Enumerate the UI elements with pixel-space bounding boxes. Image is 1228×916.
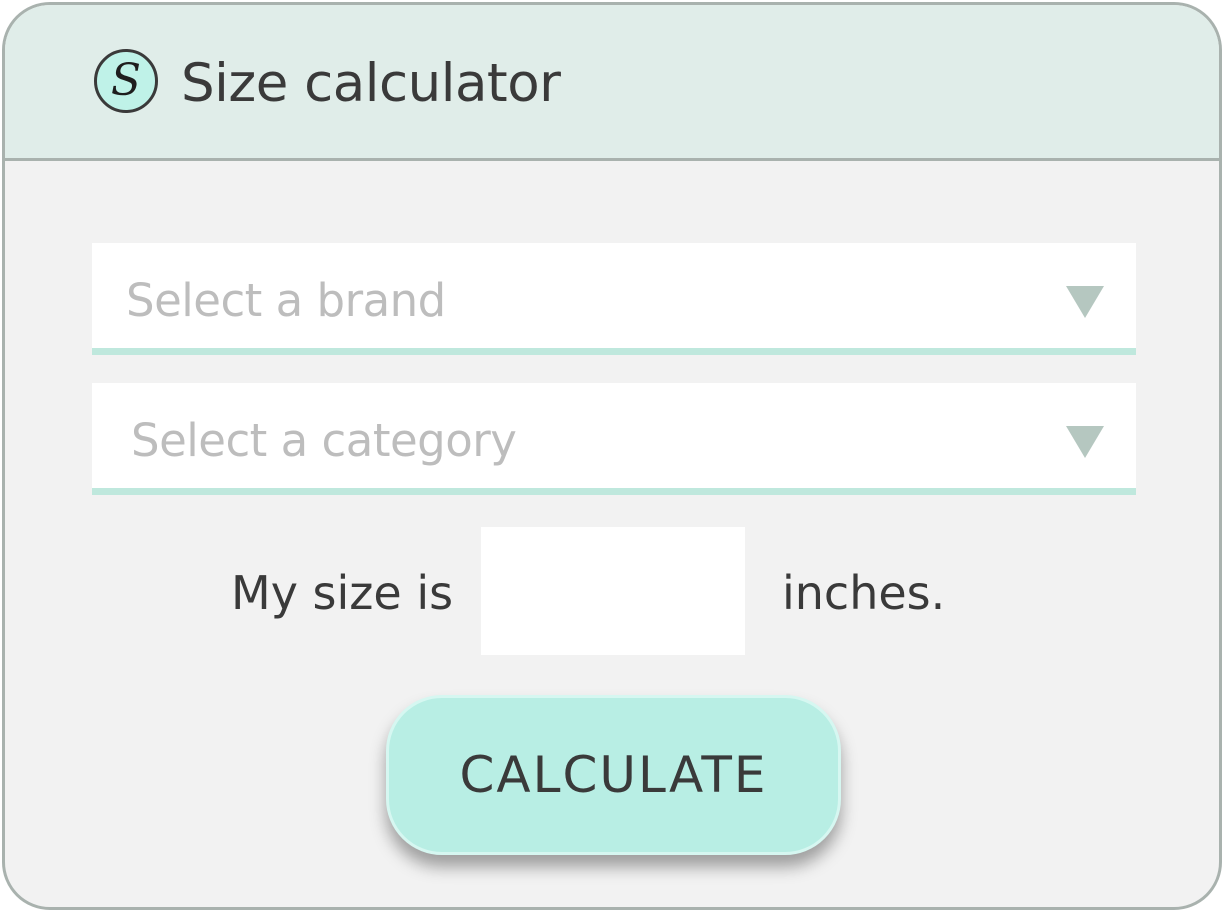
- triangle-down-icon: [1066, 286, 1104, 318]
- size-prefix-label: My size is: [231, 566, 454, 620]
- triangle-down-icon: [1066, 426, 1104, 458]
- size-calculator-card: S Size calculator Select a brand Select …: [2, 2, 1222, 910]
- size-input[interactable]: [481, 527, 745, 655]
- s-logo-icon: S: [94, 49, 158, 113]
- brand-select-placeholder: Select a brand: [126, 274, 446, 327]
- header: S Size calculator: [5, 5, 1219, 161]
- page-title: Size calculator: [181, 53, 561, 114]
- size-suffix-label: inches.: [782, 566, 946, 620]
- calculate-button[interactable]: CALCULATE: [386, 695, 841, 855]
- category-select[interactable]: Select a category: [92, 383, 1136, 495]
- category-select-placeholder: Select a category: [131, 414, 517, 467]
- logo-letter: S: [110, 55, 142, 106]
- brand-select[interactable]: Select a brand: [92, 243, 1136, 355]
